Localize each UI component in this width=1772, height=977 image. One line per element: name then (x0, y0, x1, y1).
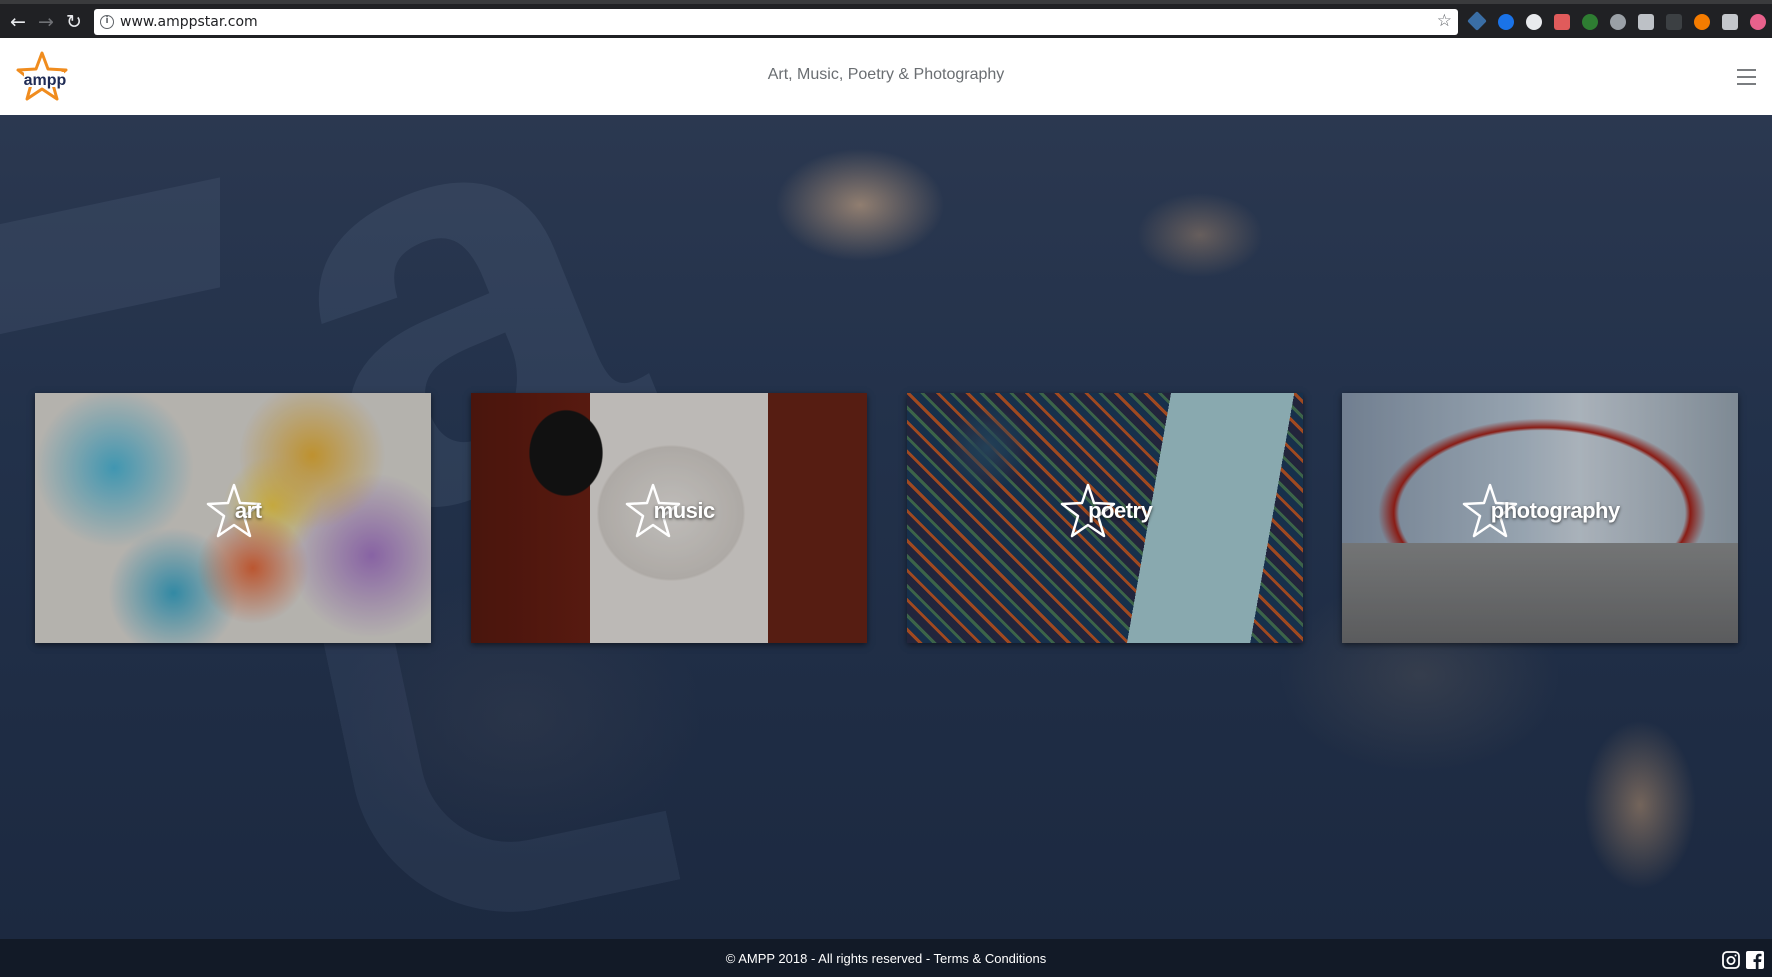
category-label: music (653, 498, 716, 523)
extension-m-icon[interactable] (1666, 14, 1682, 30)
background-shape (0, 177, 220, 343)
footer-text: © AMPP 2018 - All rights reserved - Term… (0, 951, 1772, 966)
extension-video-icon[interactable] (1554, 14, 1570, 30)
site-header: ampp Art, Music, Poetry & Photography (0, 38, 1772, 115)
back-button[interactable]: ← (6, 10, 30, 34)
url-text[interactable]: www.amppstar.com (120, 14, 258, 30)
extension-pink-icon[interactable] (1750, 14, 1766, 30)
extension-g-icon[interactable] (1638, 14, 1654, 30)
category-cards: art music poetry photography (35, 393, 1738, 643)
reload-button[interactable]: ↻ (62, 10, 86, 34)
category-card-photography[interactable]: photography (1342, 393, 1738, 643)
category-card-music[interactable]: music (471, 393, 867, 643)
card-badge: photography (1342, 481, 1738, 541)
extension-orange-icon[interactable] (1694, 14, 1710, 30)
tagline: Art, Music, Poetry & Photography (767, 66, 1005, 83)
extension-globe-icon[interactable] (1498, 14, 1514, 30)
copyright-text: © AMPP 2018 - All rights reserved - (725, 951, 934, 966)
browser-toolbar: ← → ↻ i www.amppstar.com ☆ (0, 0, 1772, 38)
terms-link[interactable]: Terms & Conditions (934, 951, 1047, 966)
card-badge: art (35, 481, 431, 541)
extension-color-icon[interactable] (1582, 14, 1598, 30)
extension-pen-icon[interactable] (1467, 11, 1487, 31)
category-label: poetry (1088, 498, 1153, 523)
category-label: photography (1490, 498, 1620, 523)
bookmark-star-icon[interactable]: ☆ (1437, 11, 1452, 31)
extension-gear-icon[interactable] (1610, 14, 1626, 30)
extension-circle-icon[interactable] (1526, 14, 1542, 30)
card-badge: music (471, 481, 867, 541)
forward-button[interactable]: → (34, 10, 58, 34)
hero-section: a art music poetry photography (0, 115, 1772, 939)
facebook-icon[interactable] (1746, 951, 1764, 969)
instagram-icon[interactable] (1722, 951, 1740, 969)
category-label: art (234, 498, 262, 523)
extension-window-icon[interactable] (1722, 14, 1738, 30)
address-bar[interactable]: i www.amppstar.com ☆ (94, 9, 1458, 35)
category-card-art[interactable]: art (35, 393, 431, 643)
site-info-icon[interactable]: i (100, 15, 114, 29)
site-footer: © AMPP 2018 - All rights reserved - Term… (0, 939, 1772, 977)
hamburger-menu-icon[interactable] (1737, 69, 1756, 85)
category-card-poetry[interactable]: poetry (907, 393, 1303, 643)
card-badge: poetry (907, 481, 1303, 541)
